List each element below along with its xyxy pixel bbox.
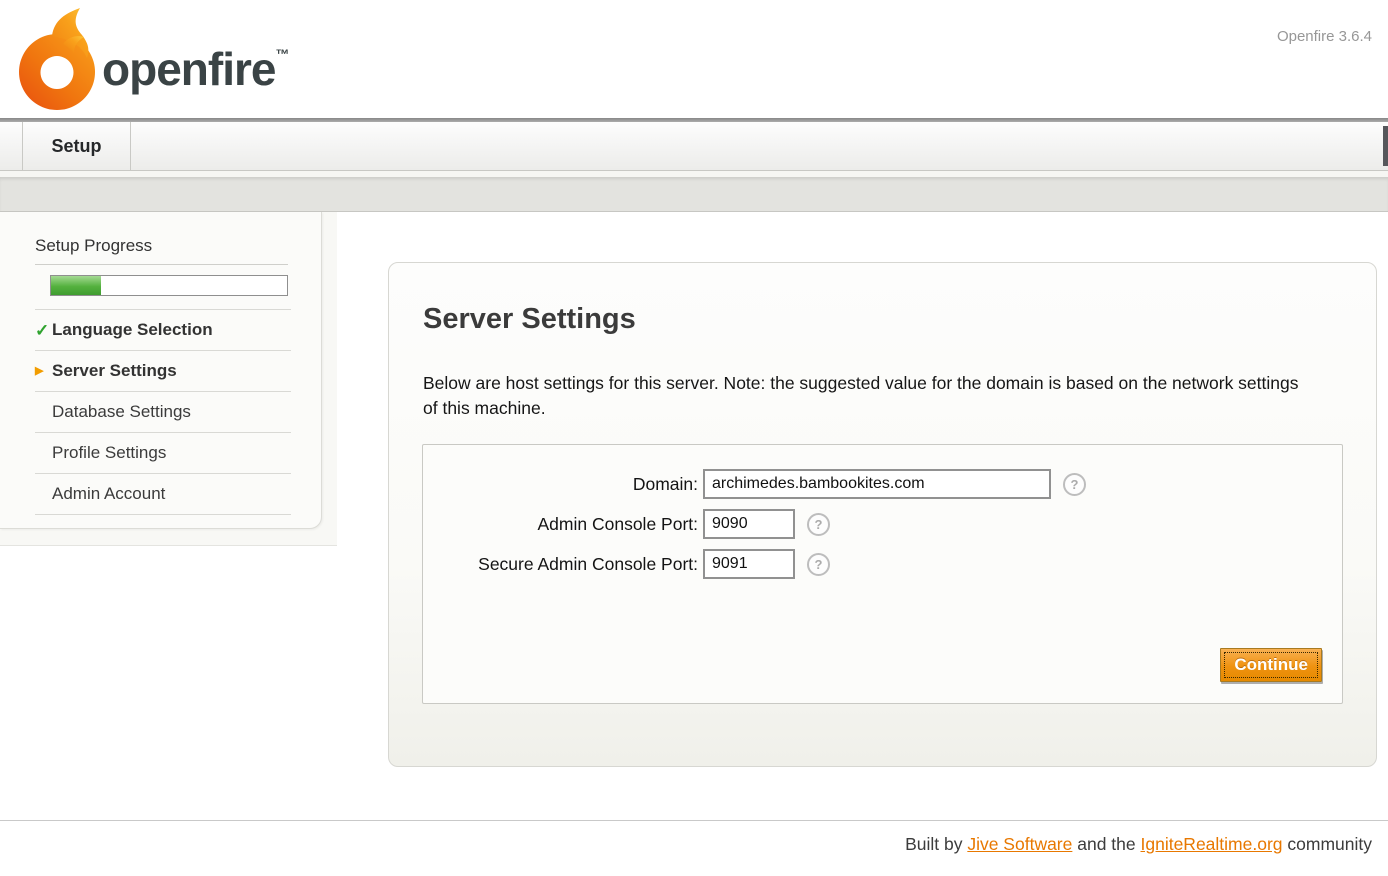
help-icon[interactable]: ? [1063, 473, 1086, 496]
sidebar-item-label: Profile Settings [52, 443, 166, 463]
footer-text: Built by [905, 834, 967, 854]
setup-progress-bar [50, 275, 288, 296]
form-row-secure-admin-port: Secure Admin Console Port: ? [423, 549, 1342, 579]
openfire-flame-icon [16, 8, 98, 114]
tab-setup[interactable]: Setup [22, 122, 131, 170]
page-description: Below are host settings for this server.… [423, 371, 1303, 422]
setup-progress-title: Setup Progress [35, 236, 321, 256]
igniterealtime-link[interactable]: IgniteRealtime.org [1141, 834, 1283, 854]
sidebar-item-profile-settings: Profile Settings [35, 433, 291, 474]
help-icon[interactable]: ? [807, 553, 830, 576]
sidebar-item-label: Language Selection [52, 320, 213, 340]
trademark: ™ [275, 46, 289, 62]
openfire-logo: openfire™ [16, 6, 286, 114]
form-row-domain: Domain: ? [423, 469, 1342, 499]
version-label: Openfire 3.6.4 [1277, 28, 1372, 45]
jive-software-link[interactable]: Jive Software [967, 834, 1072, 854]
form-row-admin-port: Admin Console Port: ? [423, 509, 1342, 539]
check-icon: ✓ [35, 322, 52, 339]
domain-label: Domain: [423, 474, 703, 495]
setup-progress-fill [51, 276, 101, 295]
sidebar-item-admin-account: Admin Account [35, 474, 291, 515]
admin-console-port-input[interactable] [703, 509, 795, 539]
footer-text: and the [1072, 834, 1140, 854]
footer-text: community [1283, 834, 1372, 854]
sidebar-item-database-settings: Database Settings [35, 392, 291, 433]
header: openfire™ Openfire 3.6.4 [0, 0, 1388, 118]
help-icon[interactable]: ? [807, 513, 830, 536]
arrow-right-icon: ▶ [35, 366, 52, 377]
footer: Built by Jive Software and the IgniteRea… [0, 820, 1388, 855]
sidebar-item-server-settings: ▶ Server Settings [35, 351, 291, 392]
secure-admin-console-port-label: Secure Admin Console Port: [423, 554, 703, 575]
continue-button[interactable]: Continue [1220, 648, 1322, 682]
setup-progress-rule [35, 264, 288, 265]
sidebar-item-label: Server Settings [52, 361, 177, 381]
main-content-panel: Server Settings Below are host settings … [388, 262, 1377, 767]
admin-console-port-label: Admin Console Port: [423, 514, 703, 535]
setup-progress-panel: Setup Progress ✓ Language Selection ▶ Se… [0, 212, 322, 529]
sidebar-item-label: Database Settings [52, 402, 191, 422]
tab-bar-end-sliver [1383, 126, 1388, 166]
secure-admin-console-port-input[interactable] [703, 549, 795, 579]
page-title: Server Settings [423, 303, 636, 336]
domain-input[interactable] [703, 469, 1051, 499]
server-settings-form: Domain: ? Admin Console Port: ? Secure A… [422, 444, 1343, 704]
sidebar-item-label: Admin Account [52, 484, 165, 504]
openfire-wordmark: openfire™ [102, 42, 289, 96]
subnav-bar [0, 177, 1388, 212]
sidebar-item-language-selection: ✓ Language Selection [35, 310, 291, 351]
tab-bar: Setup [0, 122, 1388, 171]
setup-steps-list: ✓ Language Selection ▶ Server Settings D… [35, 309, 291, 515]
